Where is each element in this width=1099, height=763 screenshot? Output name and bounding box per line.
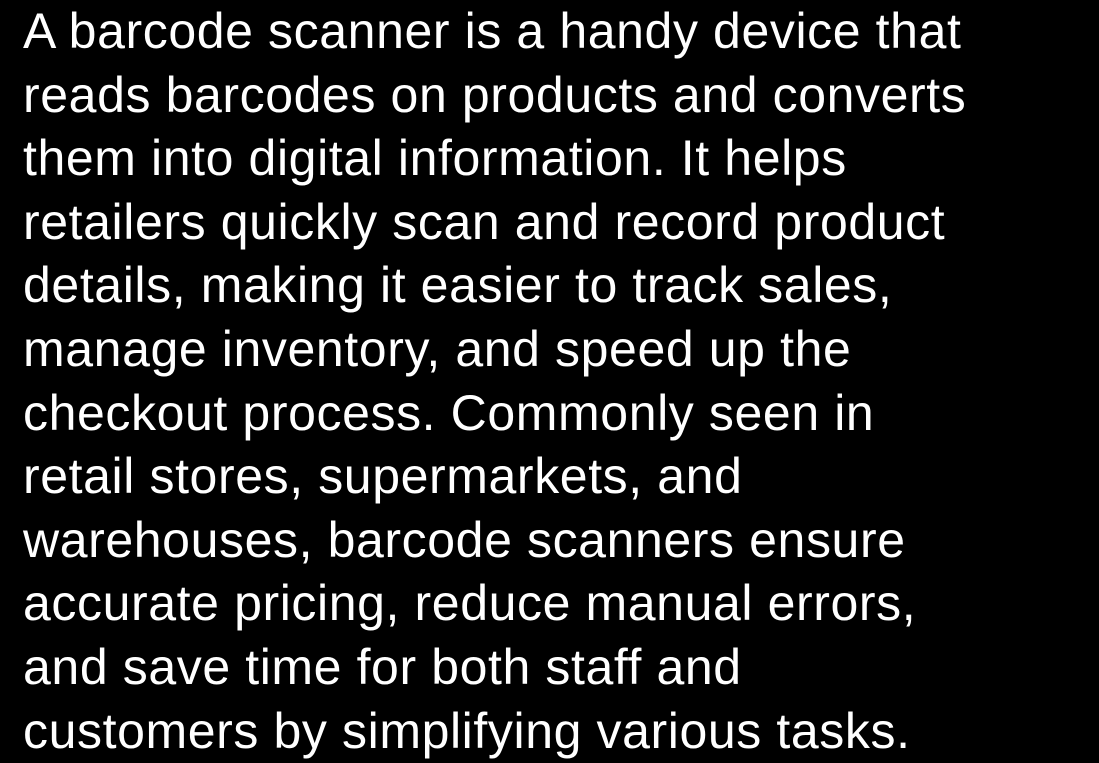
- body-paragraph: A barcode scanner is a handy device that…: [23, 0, 1093, 763]
- paragraph-line: checkout process. Commonly seen in: [23, 384, 875, 441]
- paragraph-line: reads barcodes on products and converts: [23, 66, 967, 123]
- paragraph-line: customers by simplifying various tasks.: [23, 702, 911, 759]
- paragraph-line: retail stores, supermarkets, and: [23, 448, 743, 505]
- paragraph-line: and save time for both staff and: [23, 638, 742, 695]
- paragraph-line: warehouses, barcode scanners ensure: [23, 511, 906, 568]
- paragraph-line: accurate pricing, reduce manual errors,: [23, 575, 917, 632]
- document-page: A barcode scanner is a handy device that…: [0, 0, 1099, 759]
- paragraph-line: A barcode scanner is a handy device that: [23, 3, 962, 59]
- paragraph-line: them into digital information. It helps: [23, 130, 847, 187]
- paragraph-line: manage inventory, and speed up the: [23, 320, 852, 377]
- paragraph-line: details, making it easier to track sales…: [23, 257, 893, 314]
- paragraph-line: retailers quickly scan and record produc…: [23, 193, 946, 250]
